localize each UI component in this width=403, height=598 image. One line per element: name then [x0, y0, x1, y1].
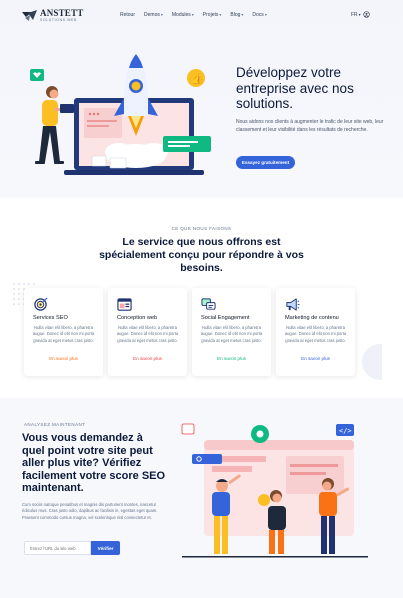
services-title: Le service que nous offrons est spéciale… — [99, 236, 304, 274]
service-card-text: Nulla vitae elit libero, a pharetra augu… — [200, 325, 263, 343]
nav-label: Blog — [230, 12, 241, 18]
browser-window-icon — [117, 298, 132, 311]
nav-item-projets[interactable]: Projets▾ — [203, 12, 222, 18]
service-card-text: Nulla vitae elit libero, a pharetra augu… — [116, 325, 179, 343]
logo-mark-icon — [22, 10, 37, 21]
nav-item-modules[interactable]: Modules▾ — [172, 12, 194, 18]
circle-decoration — [362, 344, 382, 380]
language-label: FR — [351, 12, 358, 18]
nav-label: Projets — [202, 12, 219, 18]
service-card-content-marketing[interactable]: Marketing de contenu Nulla vitae elit li… — [276, 288, 355, 376]
service-card-title: Marketing de contenu — [285, 315, 339, 321]
learn-more-link[interactable]: En savoir plus — [276, 356, 355, 361]
analyze-eyebrow: ANALYSEZ MAINTENANT — [24, 422, 86, 427]
brand-tagline: SOLUTIONS WEB — [40, 18, 77, 23]
nav-label: Demos — [144, 12, 160, 18]
chevron-down-icon: ▾ — [191, 12, 194, 17]
service-card-seo[interactable]: Services SEO Nulla vitae elit libero, a … — [24, 288, 103, 376]
megaphone-icon — [286, 298, 300, 311]
service-card-title: Conception web — [117, 315, 158, 321]
nav-label: Modules — [171, 12, 191, 18]
nav-label: Retour — [120, 12, 136, 18]
nav-item-docs[interactable]: Docs▾ — [252, 12, 266, 18]
service-card-web-design[interactable]: Conception web Nulla vitae elit libero, … — [108, 288, 187, 376]
chevron-down-icon: ▾ — [160, 12, 163, 17]
nav-label: Docs — [252, 12, 264, 18]
svg-text:👍: 👍 — [191, 72, 203, 85]
logo-text: ANSTETT SOLUTIONS WEB — [40, 9, 83, 23]
service-card-text: Nulla vitae elit libero, a pharetra augu… — [32, 325, 95, 343]
analyze-title: Vous vous demandez à quel point votre si… — [22, 432, 166, 494]
page: ANSTETT SOLUTIONS WEB Retour Demos▾ Modu… — [0, 0, 403, 598]
services-eyebrow: CE QUE NOUS FAISONS — [171, 226, 232, 231]
hero-illustration: 👍 — [30, 54, 211, 175]
service-card-social-engagement[interactable]: Social Engagement Nulla vitae elit liber… — [192, 288, 271, 376]
chevron-down-icon: ▾ — [358, 12, 361, 17]
user-account-icon[interactable] — [363, 11, 370, 18]
service-card-text: Nulla vitae elit libero, a pharetra augu… — [284, 325, 347, 343]
services-cards: Services SEO Nulla vitae elit libero, a … — [24, 288, 355, 376]
chat-bubbles-icon — [201, 298, 216, 310]
nav-item-demos[interactable]: Demos▾ — [144, 12, 163, 18]
svg-text:</>: </> — [339, 427, 352, 435]
site-header: ANSTETT SOLUTIONS WEB Retour Demos▾ Modu… — [0, 0, 403, 30]
learn-more-link[interactable]: En savoir plus — [108, 356, 187, 361]
hero-description: Nous aidons nos clients à augmenter le t… — [236, 119, 384, 133]
hero-title: Développez votre entreprise avec nos sol… — [236, 65, 354, 111]
brand-name: ANSTETT — [40, 8, 84, 19]
service-card-title: Social Engagement — [201, 315, 250, 321]
main-nav: Retour Demos▾ Modules▾ Projets▾ Blog▾ Do… — [120, 12, 267, 18]
learn-more-link[interactable]: En savoir plus — [24, 356, 103, 361]
analyze-description: Cum sociis natoque penatibus et magnis d… — [22, 502, 158, 520]
brand-logo[interactable]: ANSTETT SOLUTIONS WEB — [22, 8, 83, 24]
nav-item-blog[interactable]: Blog▾ — [230, 12, 243, 18]
nav-item-retour[interactable]: Retour — [120, 12, 135, 18]
try-free-button[interactable]: Essayez gratuitement — [236, 156, 295, 169]
chevron-down-icon: ▾ — [219, 12, 222, 17]
website-url-input[interactable] — [24, 541, 91, 555]
service-card-title: Services SEO — [33, 315, 68, 321]
chevron-down-icon: ▾ — [241, 12, 244, 17]
seo-team-illustration: </> — [181, 423, 368, 558]
seo-target-icon — [34, 297, 48, 311]
learn-more-link[interactable]: En savoir plus — [192, 356, 271, 361]
check-button[interactable]: Vérifier — [91, 541, 120, 555]
language-selector[interactable]: FR▾ — [351, 12, 361, 18]
chevron-down-icon: ▾ — [264, 12, 267, 17]
